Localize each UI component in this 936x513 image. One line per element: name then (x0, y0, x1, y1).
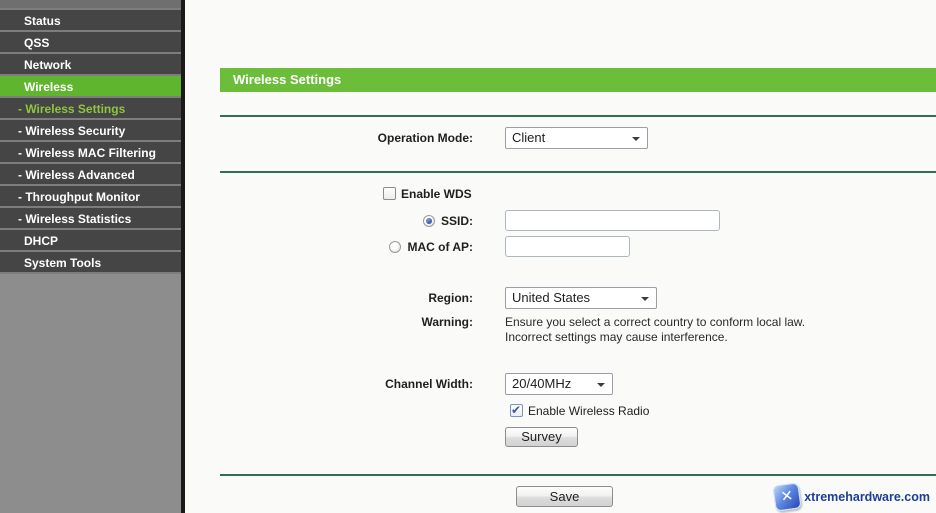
chevron-down-icon (597, 383, 605, 387)
operation-mode-label: Operation Mode: (185, 131, 473, 145)
enable-wds-checkbox[interactable] (383, 187, 396, 200)
sidebar-item-qss[interactable]: QSS (0, 32, 181, 54)
watermark-text: xtremehardware.com (804, 490, 930, 504)
mac-of-ap-input[interactable] (505, 236, 630, 257)
channel-width-label: Channel Width: (185, 377, 473, 391)
save-button[interactable]: Save (516, 486, 613, 507)
watermark: xtremehardware.com (774, 484, 930, 510)
sidebar-item-dhcp[interactable]: DHCP (0, 230, 181, 252)
channel-width-select[interactable]: 20/40MHz (505, 373, 613, 395)
mac-of-ap-radio[interactable] (389, 241, 401, 253)
enable-wds-label: Enable WDS (401, 187, 472, 201)
sidebar-item-throughput-monitor[interactable]: - Throughput Monitor (0, 186, 181, 208)
separator-line (220, 474, 936, 476)
page-title: Wireless Settings (220, 68, 936, 92)
region-value: United States (512, 290, 590, 305)
channel-width-value: 20/40MHz (512, 376, 571, 391)
warning-text-line2: Incorrect settings may cause interferenc… (505, 330, 728, 345)
operation-mode-select[interactable]: Client (505, 127, 648, 149)
chevron-down-icon (641, 297, 649, 301)
chevron-down-icon (632, 137, 640, 141)
sidebar-top-strip (0, 0, 181, 10)
sidebar: Status QSS Network Wireless - Wireless S… (0, 0, 181, 513)
xtremehardware-logo-icon (773, 482, 802, 511)
sidebar-item-wireless-settings[interactable]: - Wireless Settings (0, 98, 181, 120)
main-content: Wireless Settings Operation Mode: Client… (185, 0, 936, 513)
ssid-label: SSID: (441, 214, 473, 228)
mac-of-ap-label: MAC of AP: (407, 240, 473, 254)
sidebar-item-wireless[interactable]: Wireless (0, 76, 181, 98)
ssid-input[interactable] (505, 210, 720, 231)
warning-label: Warning: (185, 315, 473, 329)
enable-wireless-radio-checkbox[interactable] (510, 404, 523, 417)
sidebar-item-wireless-security[interactable]: - Wireless Security (0, 120, 181, 142)
separator-line (220, 115, 936, 117)
sidebar-item-network[interactable]: Network (0, 54, 181, 76)
survey-button[interactable]: Survey (505, 427, 578, 447)
region-select[interactable]: United States (505, 287, 657, 309)
sidebar-item-wireless-statistics[interactable]: - Wireless Statistics (0, 208, 181, 230)
enable-wireless-radio-label: Enable Wireless Radio (528, 404, 649, 418)
sidebar-item-wireless-advanced[interactable]: - Wireless Advanced (0, 164, 181, 186)
warning-text-line1: Ensure you select a correct country to c… (505, 315, 805, 330)
mac-of-ap-radio-row: MAC of AP: (185, 240, 473, 254)
sidebar-item-system-tools[interactable]: System Tools (0, 252, 181, 274)
sidebar-item-status[interactable]: Status (0, 10, 181, 32)
ssid-radio-row: SSID: (185, 214, 473, 228)
ssid-radio[interactable] (423, 215, 435, 227)
operation-mode-value: Client (512, 130, 545, 145)
region-label: Region: (185, 291, 473, 305)
separator-line (220, 171, 936, 173)
sidebar-item-wireless-mac-filtering[interactable]: - Wireless MAC Filtering (0, 142, 181, 164)
